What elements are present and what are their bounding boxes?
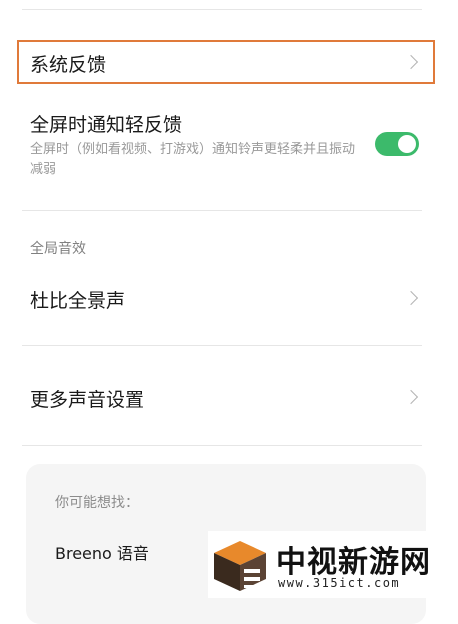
fullscreen-feedback-description: 全屏时（例如看视频、打游戏）通知铃声更轻柔并且振动减弱	[30, 142, 356, 177]
section-title-global-sound: 全局音效	[30, 241, 86, 257]
watermark: 中视新游网 www.315ict.com	[208, 531, 458, 598]
dolby-label: 杜比全景声	[30, 290, 126, 312]
watermark-title: 中视新游网	[276, 545, 431, 580]
suggestion-item-breeno[interactable]: Breeno 语音	[55, 540, 149, 564]
fullscreen-feedback-toggle[interactable]	[375, 132, 419, 156]
divider-1	[22, 210, 422, 211]
divider-3	[22, 445, 422, 446]
more-sound-label: 更多声音设置	[30, 389, 145, 411]
suggestions-title: 你可能想找：	[55, 495, 139, 511]
chevron-right-icon	[403, 290, 419, 306]
watermark-url: www.315ict.com	[278, 576, 401, 590]
more-sound-row[interactable]: 更多声音设置	[0, 372, 458, 422]
toggle-knob	[398, 135, 416, 153]
fullscreen-feedback-label: 全屏时通知轻反馈	[30, 114, 183, 136]
watermark-logo-icon	[214, 541, 266, 591]
top-divider	[22, 9, 422, 10]
dolby-row[interactable]: 杜比全景声	[0, 272, 458, 322]
highlight-box	[17, 40, 435, 84]
chevron-right-icon	[403, 389, 419, 405]
divider-2	[22, 345, 422, 346]
